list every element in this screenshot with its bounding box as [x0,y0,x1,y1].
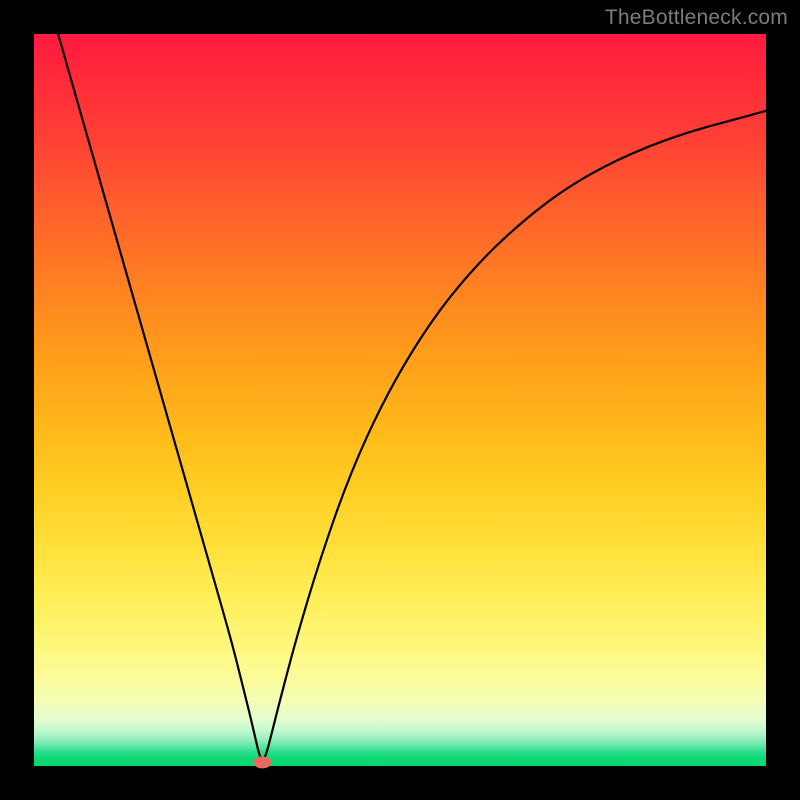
bottleneck-curve [58,34,766,760]
chart-frame: TheBottleneck.com [0,0,800,800]
optimal-point-marker [253,756,271,768]
watermark-text: TheBottleneck.com [605,6,788,30]
chart-svg [34,34,766,766]
plot-area [34,34,766,766]
